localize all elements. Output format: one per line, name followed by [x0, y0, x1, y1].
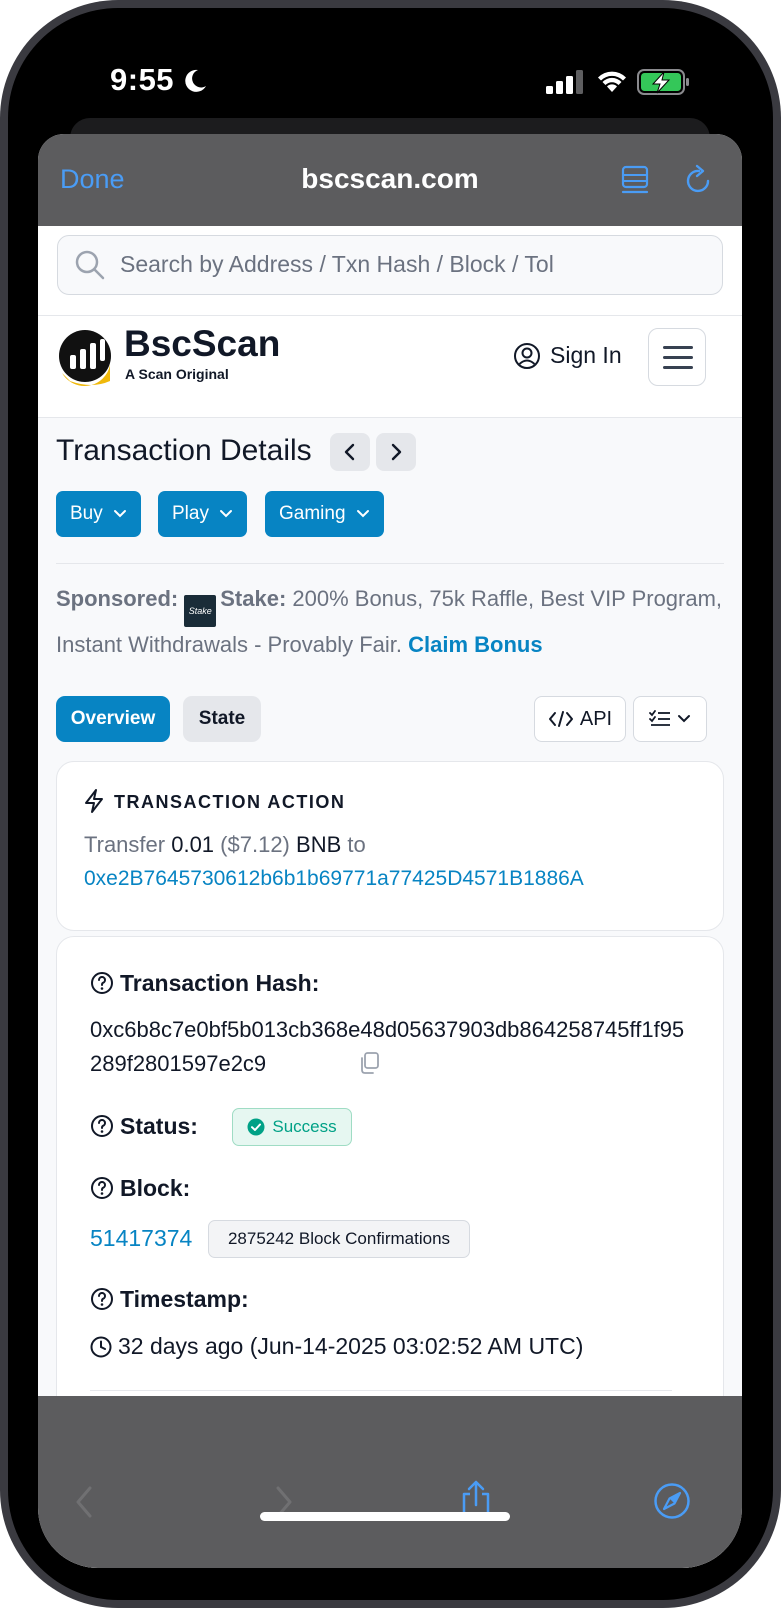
menu-line-icon — [663, 356, 693, 359]
cellular-signal-icon — [546, 70, 583, 94]
transaction-action-title: TRANSACTION ACTION — [114, 792, 346, 812]
wifi-icon — [598, 71, 626, 92]
block-label: Block: — [120, 1175, 191, 1201]
page-title: Transaction Details — [56, 434, 312, 467]
chevron-down-icon — [678, 715, 690, 723]
checklist-icon — [649, 710, 670, 726]
stake-logo[interactable]: Stake — [184, 595, 217, 627]
play-dropdown-button[interactable]: Play — [158, 491, 247, 537]
search-icon — [75, 250, 105, 280]
compass-icon[interactable] — [653, 1482, 691, 1520]
safari-view-controller: Done bscscan.com BscScan A Scan Original — [38, 134, 742, 1568]
sign-in-link[interactable]: Sign In — [550, 342, 622, 369]
tab-state[interactable]: State — [183, 696, 261, 742]
chevron-down-icon — [356, 510, 369, 518]
battery-charging-icon — [637, 69, 689, 95]
tab-overview[interactable]: Overview — [56, 696, 170, 742]
lightning-icon — [85, 789, 103, 813]
browser-bottom-toolbar — [38, 1396, 742, 1568]
gaming-label: Gaming — [279, 503, 346, 524]
transfer-to: to — [347, 832, 366, 857]
transfer-usd: ($7.12) — [220, 832, 290, 857]
txn-hash-value: 0xc6b8c7e0bf5b013cb368e48d05637903db8642… — [90, 1017, 685, 1076]
transfer-token: BNB — [296, 832, 342, 857]
transfer-amount: 0.01 — [171, 832, 215, 857]
search-input[interactable] — [120, 247, 590, 281]
clock-icon — [90, 1336, 112, 1358]
timestamp-label: Timestamp: — [120, 1286, 249, 1312]
block-number-link[interactable]: 51417374 — [90, 1225, 192, 1252]
transfer-summary: Transfer 0.01 ($7.12) BNB to — [84, 832, 366, 858]
user-circle-icon[interactable] — [513, 342, 541, 370]
claim-bonus-link[interactable]: Claim Bonus — [408, 632, 542, 657]
api-button[interactable]: API — [534, 696, 626, 742]
previous-txn-button[interactable] — [330, 433, 370, 471]
copy-icon[interactable] — [358, 1051, 380, 1075]
home-indicator[interactable] — [260, 1512, 510, 1521]
sponsor-brand: Stake: — [220, 586, 287, 611]
code-icon — [548, 711, 573, 727]
back-chevron-icon[interactable] — [74, 1486, 94, 1518]
logo-subtitle: A Scan Original — [125, 366, 229, 382]
status-time: 9:55 — [110, 62, 175, 97]
chevron-left-icon — [344, 443, 355, 461]
status-value: Success — [272, 1117, 337, 1136]
moon-icon — [185, 69, 206, 92]
api-label: API — [579, 707, 613, 730]
reader-mode-icon[interactable] — [620, 164, 650, 196]
gaming-dropdown-button[interactable]: Gaming — [265, 491, 384, 537]
section-divider — [56, 563, 724, 564]
details-divider — [90, 1390, 672, 1391]
menu-line-icon — [663, 346, 693, 349]
buy-dropdown-button[interactable]: Buy — [56, 491, 141, 537]
bscscan-logo-icon[interactable] — [56, 329, 114, 387]
status-bar: 9:55 — [0, 0, 781, 130]
reload-icon[interactable] — [684, 164, 714, 196]
menu-line-icon — [663, 366, 693, 369]
transfer-verb: Transfer — [84, 832, 166, 857]
help-circle-icon[interactable] — [90, 1176, 114, 1200]
logo-title[interactable]: BscScan — [124, 323, 280, 365]
block-confirmations-badge: 2875242 Block Confirmations — [208, 1220, 470, 1258]
buy-label: Buy — [70, 503, 103, 524]
recipient-address-link[interactable]: 0xe2B7645730612b6b1b69771a77425D4571B188… — [84, 867, 584, 891]
timestamp-value: 32 days ago (Jun-14-2025 03:02:52 AM UTC… — [118, 1333, 584, 1359]
view-options-button[interactable] — [633, 696, 707, 742]
hamburger-menu-button[interactable] — [648, 328, 706, 386]
chevron-down-icon — [113, 510, 126, 518]
check-circle-icon — [247, 1118, 265, 1136]
help-circle-icon[interactable] — [90, 1287, 114, 1311]
sponsored-label: Sponsored: — [56, 586, 179, 611]
status-badge: Success — [232, 1108, 352, 1146]
help-circle-icon[interactable] — [90, 971, 114, 995]
next-txn-button[interactable] — [376, 433, 416, 471]
txn-hash-label: Transaction Hash: — [120, 970, 320, 996]
play-label: Play — [172, 503, 209, 524]
sponsored-banner: Sponsored: Stake Stake: 200% Bonus, 75k Ra… — [56, 581, 726, 662]
chevron-down-icon — [219, 510, 232, 518]
chevron-right-icon — [391, 443, 402, 461]
help-circle-icon[interactable] — [90, 1114, 114, 1138]
browser-top-bar: Done bscscan.com — [38, 134, 742, 226]
status-label: Status: — [120, 1113, 198, 1139]
